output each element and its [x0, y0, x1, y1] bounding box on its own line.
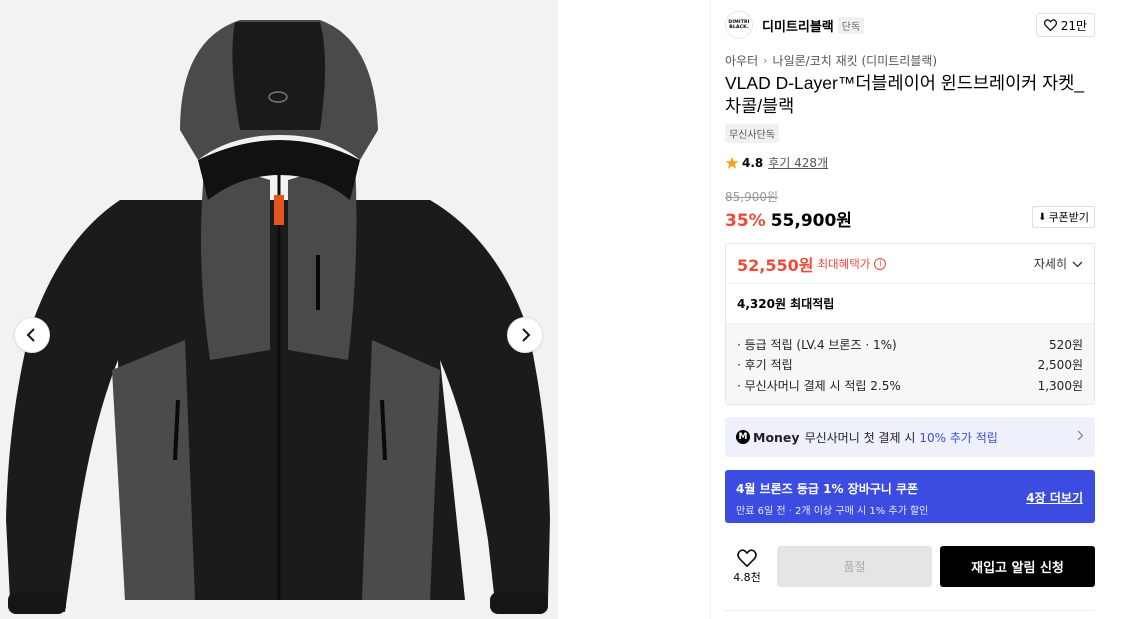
points-row-label: · 후기 적립 [737, 358, 793, 373]
restock-alert-button[interactable]: 재입고 알림 신청 [940, 546, 1095, 587]
heart-icon [737, 548, 757, 567]
sale-price: 55,900원 [770, 211, 852, 231]
brand-logo[interactable]: DIMITRI BLACK. [725, 11, 753, 39]
points-summary: 4,320원 최대적립 [726, 284, 1094, 324]
rating-score: 4.8 [742, 155, 764, 170]
money-m-icon: M [736, 430, 750, 444]
benefit-box: 52,550원 최대혜택가 i 자세히 4,320원 최대적립 · 등급 적립 … [725, 243, 1095, 405]
points-row-label: · 무신사머니 결제 시 적립 2.5% [737, 378, 901, 393]
max-benefit-label: 최대혜택가 [817, 256, 871, 271]
download-icon: ⬇ [1038, 211, 1047, 223]
product-info-panel: DIMITRI BLACK. 디미트리블랙 단독 21만 아우터 › 나일론/코… [710, 0, 1125, 619]
review-count-link[interactable]: 후기 428개 [768, 154, 828, 171]
wishlist-count: 4.8천 [733, 570, 761, 584]
benefit-detail-label: 자세히 [1033, 257, 1067, 271]
money-logo-text: Money [753, 429, 800, 445]
product-image [6, 20, 550, 614]
soldout-button: 품절 [777, 546, 932, 587]
rating-row: 4.8 후기 428개 [725, 154, 828, 171]
chevron-right-icon: › [763, 54, 768, 67]
discount-rate: 35% [725, 211, 766, 231]
coupon-download-button[interactable]: ⬇ 쿠폰받기 [1032, 206, 1095, 228]
breadcrumb: 아우터 › 나일론/코치 재킷 (디미트리블랙) [725, 52, 937, 69]
brand-like-button[interactable]: 21만 [1035, 13, 1095, 37]
brand-exclusive-badge: 단독 [837, 16, 865, 34]
musinsa-money-banner[interactable]: M Money 무신사머니 첫 결제 시 10% 추가 적립 [725, 417, 1095, 457]
brand-name[interactable]: 디미트리블랙 [762, 16, 834, 35]
heart-icon [1043, 19, 1057, 31]
original-price: 85,900원 [725, 190, 779, 204]
max-benefit-price: 52,550원 [737, 255, 814, 275]
coupon-more-link[interactable]: 4장 더보기 [1026, 489, 1083, 506]
breadcrumb-category[interactable]: 아우터 [725, 52, 758, 69]
points-row: · 무신사머니 결제 시 적립 2.5% 1,300원 [737, 375, 1083, 396]
money-logo: M Money [736, 430, 800, 445]
info-icon[interactable]: i [874, 257, 887, 270]
money-banner-highlight: 10% 추가 적립 [919, 430, 998, 445]
chevron-right-icon [522, 328, 531, 342]
gallery-prev-button[interactable] [14, 317, 50, 353]
divider [725, 610, 1095, 611]
chevron-down-icon [1072, 257, 1083, 271]
chevron-left-icon [26, 328, 35, 342]
price-row: 35% 55,900원 [725, 206, 852, 231]
purchase-action-row: 4.8천 품절 재입고 알림 신청 [725, 546, 1095, 587]
points-row-label: · 등급 적립 (LV.4 브론즈 · 1%) [737, 337, 897, 352]
money-banner-text: 무신사머니 첫 결제 시 [804, 430, 916, 445]
benefit-header: 52,550원 최대혜택가 i 자세히 [726, 244, 1094, 284]
brand-like-count: 21만 [1060, 18, 1087, 33]
benefit-detail-toggle[interactable]: 자세히 [1034, 255, 1083, 272]
brand-row: DIMITRI BLACK. 디미트리블랙 단독 21만 [725, 11, 1095, 39]
product-title: VLAD D-Layer™더블레이어 윈드브레이커 자켓_차콜/블랙 [725, 73, 1085, 116]
exclusive-badge: 무신사단독 [725, 124, 779, 143]
points-row: · 후기 적립 2,500원 [737, 355, 1083, 376]
brand-logo-text: DIMITRI BLACK. [728, 20, 750, 30]
breadcrumb-subcategory[interactable]: 나일론/코치 재킷 (디미트리블랙) [773, 52, 938, 69]
coupon-button-label: 쿠폰받기 [1048, 211, 1089, 224]
points-breakdown: · 등급 적립 (LV.4 브론즈 · 1%) 520원 · 후기 적립 2,5… [726, 324, 1094, 404]
chevron-right-icon [1077, 430, 1084, 444]
gallery-next-button[interactable] [507, 317, 543, 353]
wishlist-button[interactable]: 4.8천 [725, 546, 769, 587]
star-icon [725, 156, 739, 169]
points-row-value: 2,500원 [1037, 358, 1083, 373]
points-row: · 등급 적립 (LV.4 브론즈 · 1%) 520원 [737, 334, 1083, 355]
points-row-value: 520원 [1049, 337, 1083, 352]
product-gallery [0, 0, 558, 619]
grade-coupon-banner[interactable]: 4월 브론즈 등급 1% 장바구니 쿠폰 만료 6일 전 · 2개 이상 구매 … [725, 470, 1095, 523]
points-row-value: 1,300원 [1037, 378, 1083, 393]
